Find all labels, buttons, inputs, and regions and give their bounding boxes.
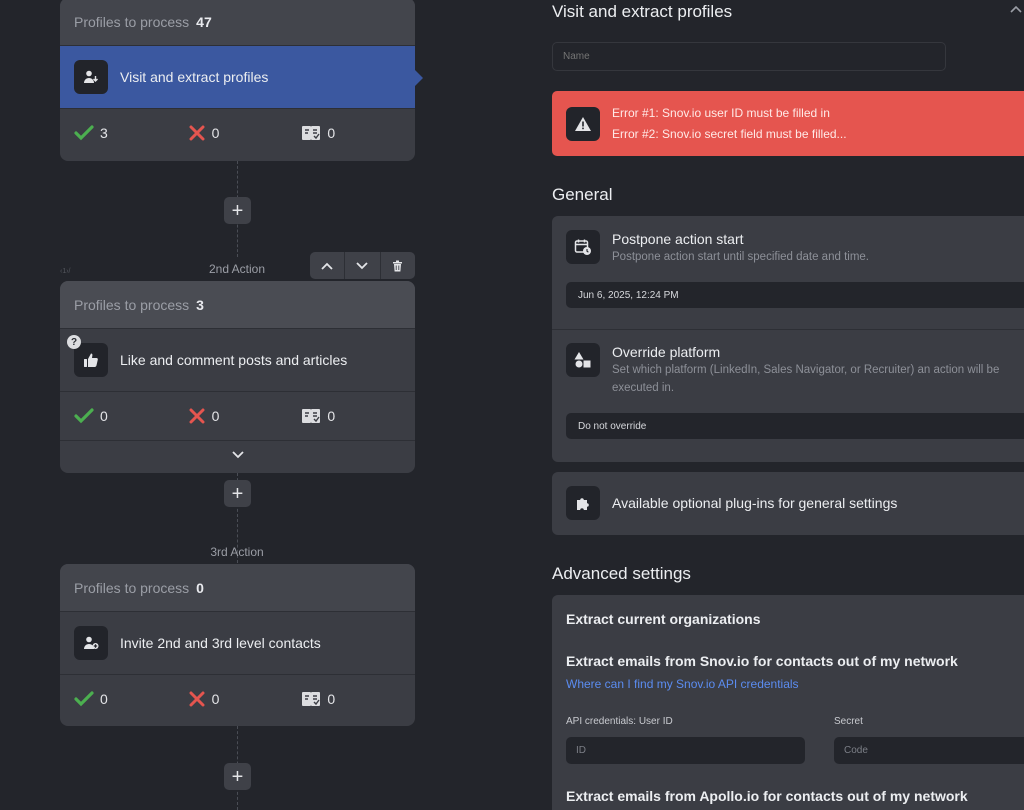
action-row-like-comment[interactable]: ? Like and comment posts and articles: [60, 329, 415, 392]
skip-stat: 0: [301, 407, 415, 425]
move-up-button[interactable]: [310, 252, 346, 279]
userid-input[interactable]: ID: [566, 737, 805, 764]
override-subtitle-1: Set which platform (LinkedIn, Sales Navi…: [612, 364, 1000, 376]
success-count: 3: [100, 125, 108, 141]
stats-row: 3 0 0: [60, 109, 415, 157]
chevron-up-icon: [321, 262, 333, 270]
action-label: Like and comment posts and articles: [120, 352, 348, 368]
action-card-3[interactable]: Profiles to process 0 Invite 2nd and 3rd…: [60, 564, 415, 726]
extract-orgs-title[interactable]: Extract current organizations: [566, 611, 761, 627]
name-input[interactable]: [552, 42, 946, 71]
skip-doc-icon: [302, 126, 321, 140]
override-row: Override platform Set which platform (Li…: [552, 330, 1024, 462]
error-messages: Error #1: Snov.io user ID must be filled…: [612, 103, 847, 145]
skip-count: 0: [327, 408, 336, 424]
x-icon: [189, 691, 205, 707]
skip-stat: 0: [301, 124, 415, 142]
fail-count: 0: [211, 408, 220, 424]
secret-label: Secret: [834, 716, 863, 727]
check-icon: [74, 408, 94, 424]
profiles-header: Profiles to process 3: [60, 281, 415, 329]
skip-doc-icon: [302, 692, 321, 706]
override-platform-select[interactable]: Do not override: [566, 413, 1024, 439]
advanced-heading: Advanced settings: [552, 564, 691, 583]
plugins-panel[interactable]: Available optional plug-ins for general …: [552, 472, 1024, 535]
profiles-count: 0: [196, 579, 204, 596]
postpone-date-field[interactable]: Jun 6, 2025, 12:24 PM: [566, 282, 1024, 308]
action-card-2[interactable]: Profiles to process 3 ? Like and comment…: [60, 281, 415, 473]
profiles-label: Profiles to process: [74, 579, 190, 596]
chevron-down-icon: [356, 261, 369, 269]
help-icon[interactable]: ?: [67, 335, 81, 349]
stats-row: 0 0 0: [60, 675, 415, 723]
add-action-button[interactable]: +: [224, 480, 251, 507]
general-heading: General: [552, 185, 613, 204]
postpone-row: Postpone action start Postpone action st…: [552, 216, 1024, 330]
snov-title[interactable]: Extract emails from Snov.io for contacts…: [566, 653, 958, 669]
user-download-icon: [74, 60, 108, 94]
expand-button[interactable]: [60, 440, 415, 468]
profiles-count: 3: [196, 296, 204, 313]
add-action-button[interactable]: +: [224, 197, 251, 224]
error-2: Error #2: Snov.io secret field must be f…: [612, 126, 847, 141]
puzzle-icon: [566, 486, 600, 520]
trash-icon: [393, 260, 403, 271]
override-title: Override platform: [612, 344, 721, 360]
action-label: Visit and extract profiles: [120, 69, 269, 85]
fail-count: 0: [211, 125, 220, 141]
chevron-up-icon[interactable]: [1010, 2, 1022, 18]
action-row-invite[interactable]: Invite 2nd and 3rd level contacts: [60, 612, 415, 675]
success-count: 0: [100, 408, 108, 424]
profiles-label: Profiles to process: [74, 296, 190, 313]
userid-label: API credentials: User ID: [566, 716, 673, 727]
skip-doc-icon: [302, 409, 321, 423]
fail-stat: 0: [188, 408, 302, 424]
step-label-3: 3rd Action: [210, 545, 264, 559]
check-icon: [74, 691, 94, 707]
action-label: Invite 2nd and 3rd level contacts: [120, 635, 321, 651]
profiles-header: Profiles to process 47: [60, 0, 415, 46]
success-stat: 3: [74, 125, 188, 141]
thumbs-up-icon: [74, 343, 108, 377]
postpone-title: Postpone action start: [612, 231, 744, 247]
skip-count: 0: [327, 691, 336, 707]
user-plus-icon: [74, 626, 108, 660]
profiles-label: Profiles to process: [74, 13, 190, 30]
postpone-subtitle: Postpone action start until specified da…: [612, 251, 869, 263]
card-toolbar: [310, 252, 415, 279]
panel-title: Visit and extract profiles: [552, 2, 733, 21]
profiles-header: Profiles to process 0: [60, 564, 415, 612]
secret-input[interactable]: Code: [834, 737, 1024, 764]
skip-count: 0: [327, 125, 336, 141]
plugins-title: Available optional plug-ins for general …: [612, 495, 898, 511]
success-stat: 0: [74, 691, 188, 707]
fail-stat: 0: [188, 691, 302, 707]
move-down-button[interactable]: [345, 252, 381, 279]
add-action-button[interactable]: +: [224, 763, 251, 790]
profiles-count: 47: [196, 13, 212, 30]
success-stat: 0: [74, 408, 188, 424]
apollo-title[interactable]: Extract emails from Apollo.io for contac…: [566, 788, 968, 804]
x-icon: [189, 125, 205, 141]
platform-shapes-icon: [566, 343, 600, 377]
action-card-1[interactable]: Profiles to process 47 Visit and extract…: [60, 0, 423, 161]
advanced-settings-panel: [552, 595, 1024, 810]
success-count: 0: [100, 691, 108, 707]
check-icon: [74, 125, 94, 141]
fail-stat: 0: [188, 125, 302, 141]
snov-credentials-link[interactable]: Where can I find my Snov.io API credenti…: [566, 677, 799, 691]
calendar-clock-icon: [566, 230, 600, 264]
error-1: Error #1: Snov.io user ID must be filled…: [612, 105, 830, 120]
stats-row: 0 0 0: [60, 392, 415, 440]
chevron-down-icon: [231, 450, 244, 458]
error-banner: Error #1: Snov.io user ID must be filled…: [552, 91, 1024, 156]
action-row-visit-extract[interactable]: Visit and extract profiles: [60, 46, 423, 109]
fail-count: 0: [211, 691, 220, 707]
skip-stat: 0: [301, 690, 415, 708]
override-subtitle-2: executed in.: [612, 382, 675, 394]
delete-button[interactable]: [381, 252, 415, 279]
x-icon: [189, 408, 205, 424]
warning-icon: [566, 106, 600, 141]
